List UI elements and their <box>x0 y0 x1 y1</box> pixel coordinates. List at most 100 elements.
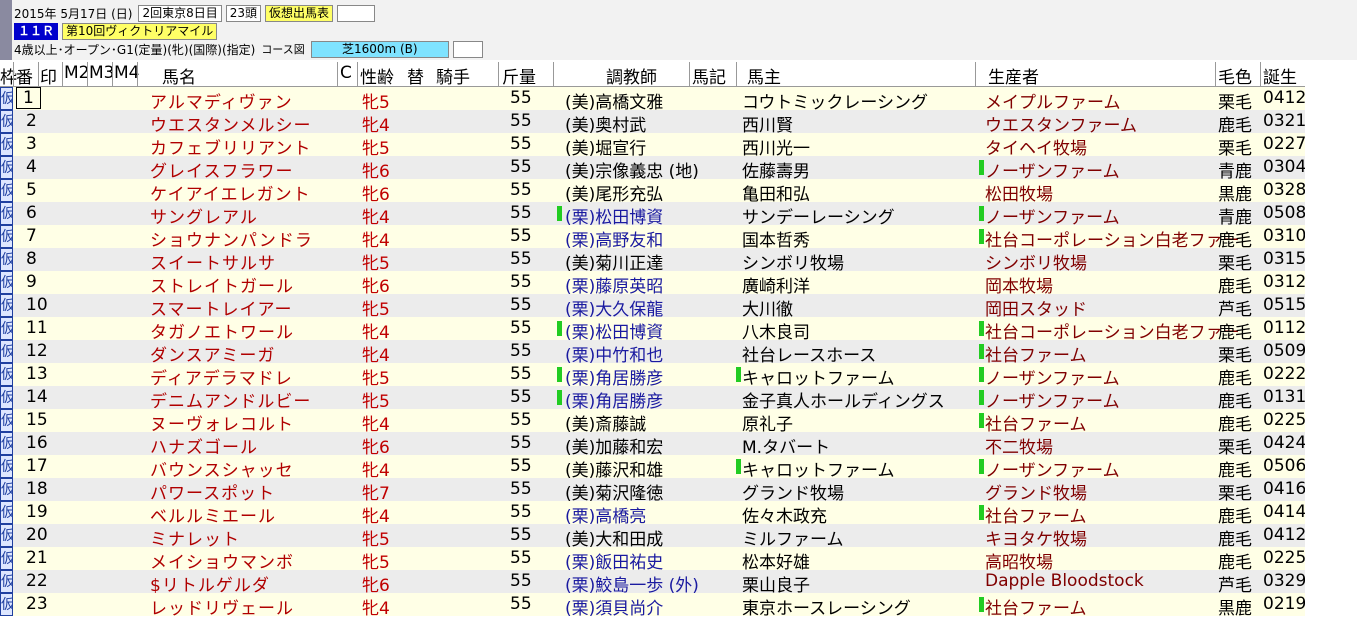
horse-number: 1 <box>16 87 41 109</box>
waku-cell[interactable]: 仮 <box>0 317 13 340</box>
col-breeder[interactable]: 生産者 <box>988 63 1039 88</box>
col-bday[interactable]: 誕生 <box>1263 63 1297 88</box>
column-divider <box>112 62 113 86</box>
owner-flag-icon <box>736 367 741 382</box>
table-row[interactable]: 仮5ケイアイエレガント牝655(美)尾形充弘亀田和弘松田牧場黒鹿0328 <box>0 179 1306 205</box>
table-row[interactable]: 仮22$リトルゲルダ牝655(栗)鮫島一歩 (外)栗山良子Dapple Bloo… <box>0 570 1306 596</box>
table-row[interactable]: 仮9ストレイトガール牝655(栗)藤原英昭廣崎利洋岡本牧場鹿毛0312 <box>0 271 1306 297</box>
carried-weight: 55 <box>510 295 532 315</box>
table-row[interactable]: 仮16ハナズゴール牝655(美)加藤和宏M.タバート不二牧場栗毛0424 <box>0 432 1307 458</box>
col-m2[interactable]: M2 <box>64 63 89 83</box>
waku-cell[interactable]: 仮 <box>0 225 13 248</box>
carried-weight: 55 <box>510 341 532 361</box>
table-row[interactable]: 仮6サングレアル牝455(栗)松田博資サンデーレーシングノーザンファーム青鹿05… <box>0 202 1306 228</box>
horse-number: 19 <box>26 502 48 522</box>
col-color[interactable]: 毛色 <box>1218 63 1252 88</box>
column-divider <box>1215 62 1216 86</box>
carried-weight: 55 <box>510 387 532 407</box>
table-row[interactable]: 仮3カフェブリリアント牝555(美)堀宣行西川光一タイヘイ牧場栗毛0227 <box>0 133 1306 159</box>
table-row[interactable]: 仮8スイートサルサ牝555(美)菊川正達シンボリ牧場シンボリ牧場栗毛0315 <box>0 248 1306 274</box>
horse-number: 2 <box>26 111 37 131</box>
table-row[interactable]: 仮12ダンスアミーガ牝455(栗)中竹和也社台レースホース社台ファーム栗毛050… <box>0 340 1307 366</box>
col-mark[interactable]: 印 <box>40 63 57 88</box>
col-jockey[interactable]: 騎手 <box>436 63 470 88</box>
birthday: 0412 <box>1263 88 1307 108</box>
course-info: 芝1600m (B) <box>310 40 449 58</box>
col-weight[interactable]: 斤量 <box>502 63 536 88</box>
waku-cell[interactable]: 仮 <box>0 501 13 524</box>
column-divider <box>357 62 358 86</box>
waku-cell[interactable]: 仮 <box>0 248 13 271</box>
waku-cell[interactable]: 仮 <box>0 547 13 570</box>
breeder-flag-icon <box>979 413 984 428</box>
table-row[interactable]: 仮18パワースポット牝755(美)菊沢隆徳グランド牧場グランド牧場栗毛0416 <box>0 478 1306 504</box>
waku-cell[interactable]: 仮 <box>0 294 13 317</box>
table-row[interactable]: 仮7ショウナンパンドラ牝455(栗)高野友和国本哲秀社台コーポレーション白老ファ… <box>0 225 1306 251</box>
col-trainer[interactable]: 調教師 <box>606 63 657 88</box>
waku-cell[interactable]: 仮 <box>0 340 13 363</box>
horse-number: 20 <box>26 525 48 545</box>
horse-number: 8 <box>26 249 37 269</box>
table-row[interactable]: 仮21メイショウマンボ牝555(栗)飯田祐史松本好雄高昭牧場鹿毛0225 <box>0 547 1306 573</box>
birthday: 0509 <box>1263 341 1307 361</box>
column-divider <box>689 62 690 86</box>
waku-cell[interactable]: 仮 <box>0 156 13 179</box>
waku-cell[interactable]: 仮 <box>0 133 13 156</box>
waku-cell[interactable]: 仮 <box>0 524 13 547</box>
carried-weight: 55 <box>510 433 532 453</box>
race-number[interactable]: １１Ｒ <box>14 22 59 40</box>
breeder-flag-icon <box>979 229 984 244</box>
col-change[interactable]: 替 <box>407 63 424 88</box>
table-row[interactable]: 仮14デニムアンドルビー牝555(栗)角居勝彦金子真人ホールディングスノーザンフ… <box>0 386 1306 412</box>
col-owner[interactable]: 馬主 <box>747 63 781 88</box>
carried-weight: 55 <box>510 502 532 522</box>
table-row[interactable]: 仮11タガノエトワール牝455(栗)松田博資八木良司社台コーポレーション白老ファ… <box>0 317 1306 343</box>
col-ban[interactable]: 番 <box>16 63 33 88</box>
waku-cell[interactable]: 仮 <box>0 271 13 294</box>
waku-cell[interactable]: 仮 <box>0 570 13 593</box>
col-name[interactable]: 馬名 <box>162 63 196 88</box>
col-m3[interactable]: M3 <box>89 63 114 83</box>
column-divider <box>553 62 554 86</box>
course-field[interactable] <box>452 40 483 58</box>
table-row[interactable]: 仮 23 レッドリヴェール 牝4 55 (栗)須貝尚介 東京ホースレーシング 社台ファーム 黒鹿… <box>0 593 1306 619</box>
waku-cell[interactable]: 仮 <box>0 409 13 432</box>
breeder-name: Dapple Bloodstock <box>985 571 1144 591</box>
card-type-field[interactable] <box>337 4 376 22</box>
horse-number: 22 <box>26 571 48 591</box>
waku-cell[interactable]: 仮 <box>0 87 13 110</box>
col-horse-mark[interactable]: 馬記 <box>692 63 726 88</box>
waku-cell[interactable]: 仮 <box>0 455 13 478</box>
race-header: 2015年 5月17日 (日) 2回東京8日目 23頭 仮想出馬表 １１Ｒ 第1… <box>0 0 1357 60</box>
table-row[interactable]: 仮15ヌーヴォレコルト牝455(美)斎藤誠原礼子社台ファーム鹿毛0225 <box>0 409 1306 435</box>
waku-cell[interactable]: 仮 <box>0 363 13 386</box>
waku-cell[interactable]: 仮 <box>0 202 13 225</box>
table-row[interactable]: 仮4グレイスフラワー牝655(美)宗像義忠 (地)佐藤壽男ノーザンファーム青鹿0… <box>0 156 1306 182</box>
waku-cell[interactable]: 仮 <box>0 179 13 202</box>
course-map-label[interactable]: コース図 <box>261 41 304 57</box>
carried-weight: 55 <box>510 249 532 269</box>
horse-number: 13 <box>26 364 48 384</box>
birthday: 0506 <box>1263 456 1307 476</box>
card-type-button[interactable]: 仮想出馬表 <box>265 4 334 22</box>
col-sexage[interactable]: 性齢 <box>360 63 394 88</box>
waku-cell[interactable]: 仮 <box>0 478 13 501</box>
table-row[interactable]: 仮20ミナレット牝555(美)大和田成ミルファームキヨタケ牧場鹿毛0412 <box>0 524 1306 550</box>
table-row[interactable]: 仮13ディアデラマドレ牝555(栗)角居勝彦キャロットファームノーザンファーム鹿… <box>0 363 1306 389</box>
col-c[interactable]: C <box>340 63 352 83</box>
col-m4[interactable]: M4 <box>114 63 139 83</box>
table-row[interactable]: 仮19ベルルミエール牝455(栗)高橋亮佐々木政充社台ファーム鹿毛0414 <box>0 501 1306 527</box>
waku-cell[interactable]: 仮 <box>0 110 13 133</box>
header-row-1: 2015年 5月17日 (日) 2回東京8日目 23頭 仮想出馬表 <box>14 4 379 22</box>
table-row[interactable]: 仮17バウンスシャッセ牝455(美)藤沢和雄キャロットファームノーザンファーム鹿… <box>0 455 1307 481</box>
birthday: 0424 <box>1263 433 1307 453</box>
table-row[interactable]: 仮10スマートレイアー牝555(栗)大久保龍大川徹岡田スタッド芦毛0515 <box>0 294 1306 320</box>
table-row[interactable]: 仮2ウエスタンメルシー牝455(美)奥村武西川賢ウエスタンファーム鹿毛0321 <box>0 110 1306 136</box>
horse-number: 9 <box>26 272 37 292</box>
table-row[interactable]: 仮1アルマディヴァン牝555(美)高橋文雅コウトミックレーシングメイプルファーム… <box>0 87 1307 113</box>
waku-cell[interactable]: 仮 <box>0 386 13 409</box>
col-waku[interactable]: 枠 <box>0 63 17 88</box>
waku-cell[interactable]: 仮 <box>0 432 13 455</box>
waku-cell[interactable]: 仮 <box>0 593 13 616</box>
horse-number: 14 <box>26 387 48 407</box>
